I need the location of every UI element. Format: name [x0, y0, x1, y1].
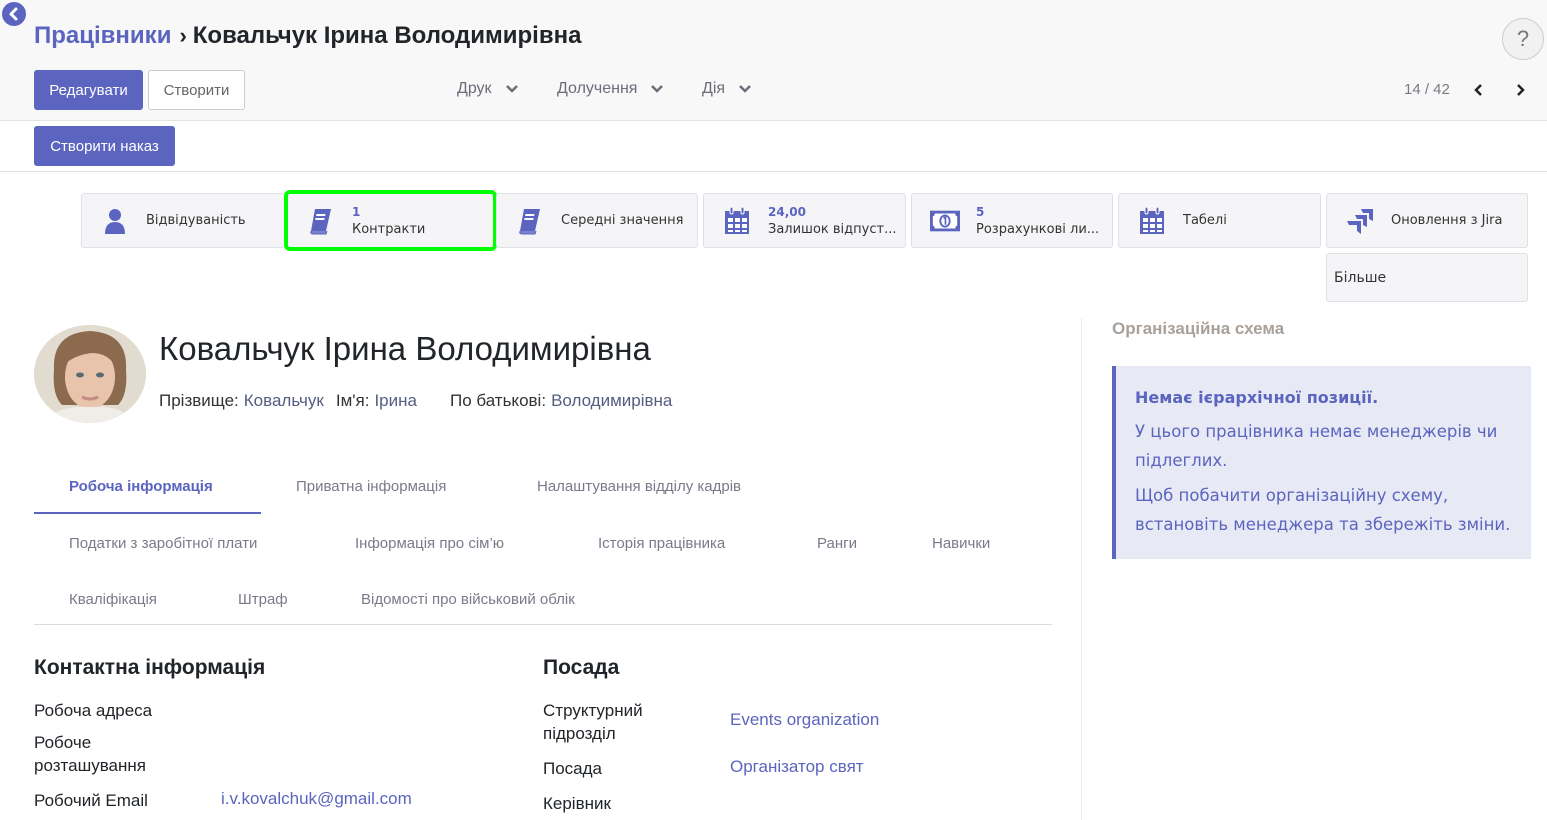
smart-button-label: Оновлення з Jira [1391, 212, 1503, 228]
work-address-label: Робоча адреса [34, 701, 153, 720]
user-icon [100, 206, 130, 236]
chevron-left-icon [1474, 84, 1482, 96]
column-divider [1081, 318, 1082, 820]
org-alert-title: Немає ієрархічної позиції. [1135, 388, 1379, 407]
work-location-label: Робоче розташування [34, 733, 146, 775]
help-button[interactable]: ? [1502, 18, 1544, 60]
smart-button-value: 1 [352, 204, 361, 219]
chevron-left-icon [9, 7, 18, 21]
tab-payroll-taxes[interactable]: Податки з заробітної плати [69, 535, 257, 552]
tab-work-information[interactable]: Робоча інформація [69, 478, 213, 495]
avatar[interactable] [34, 325, 146, 423]
breadcrumb-employees-link[interactable]: Працівники [34, 22, 171, 50]
first-name-label: Ім'я: [335, 391, 370, 410]
job-position-link[interactable]: Організатор свят [730, 757, 864, 777]
org-chart-alert: Немає ієрархічної позиції. У цього праці… [1112, 366, 1531, 559]
job-position-label: Посада [543, 759, 603, 778]
attachment-dropdown-label: Долучення [557, 80, 638, 97]
middle-name-field[interactable]: Володимирівна [551, 391, 672, 410]
employee-name: Ковальчук Ірина Володимирівна [159, 330, 651, 367]
smart-button-label: Залишок відпуст... [768, 221, 897, 237]
create-order-button[interactable]: Створити наказ [34, 126, 175, 166]
back-button[interactable] [2, 2, 26, 26]
create-button[interactable]: Створити [148, 70, 245, 110]
notebook-tabs: Робоча інформація Приватна інформація На… [34, 460, 1052, 625]
first-name-field[interactable]: Ірина [374, 391, 417, 410]
statusbar: Створити наказ [0, 121, 1547, 172]
calendar-icon [1137, 206, 1167, 236]
active-tab-indicator [34, 512, 261, 514]
last-name-label: Прізвище: [159, 391, 239, 410]
tab-family-information[interactable]: Інформація про сім’ю [355, 535, 504, 552]
chevron-down-icon [505, 85, 518, 93]
smart-button-value: 5 [976, 204, 985, 219]
book-icon [306, 206, 336, 236]
tab-employee-history[interactable]: Історія працівника [598, 535, 725, 552]
smart-button-more[interactable]: Більше [1326, 253, 1528, 302]
org-chart-title: Організаційна схема [1112, 319, 1285, 338]
money-icon [930, 206, 960, 236]
pager-previous-button[interactable] [1470, 80, 1488, 100]
action-dropdown[interactable]: Дія [702, 80, 753, 98]
smart-button-label: Відвідуваність [146, 212, 246, 228]
org-alert-hint: Щоб побачити організаційну схему, встано… [1135, 486, 1511, 534]
edit-button[interactable]: Редагувати [34, 70, 143, 110]
print-dropdown-label: Друк [457, 80, 492, 97]
department-label: Структурний підрозділ [543, 701, 643, 743]
middle-name-label: По батькові: [449, 391, 547, 410]
book-icon [515, 206, 545, 236]
jira-icon [1345, 206, 1375, 236]
calendar-icon [722, 206, 752, 236]
work-email-link[interactable]: i.v.kovalchuk@gmail.com [221, 789, 412, 809]
pager-value: 14 / 42 [1404, 81, 1450, 98]
smart-button-averages[interactable]: Середні значення [496, 193, 698, 248]
smart-button-value: 24,00 [768, 204, 806, 219]
tab-ranks[interactable]: Ранги [817, 535, 857, 552]
name-parts: Прізвище: Ковальчук Ім'я: Ірина По батьков… [159, 391, 684, 411]
question-icon: ? [1516, 26, 1530, 51]
breadcrumb: Працівники › Ковальчук Ірина Володимирів… [34, 22, 581, 50]
smart-button-label: Контракти [352, 221, 426, 237]
pager-next-button[interactable] [1511, 80, 1529, 100]
contact-info-title: Контактна інформація [34, 656, 266, 679]
chevron-down-icon [651, 85, 664, 93]
smart-button-label: Розрахункові ли... [976, 221, 1100, 237]
attachment-dropdown[interactable]: Долучення [557, 80, 665, 98]
tab-private-information[interactable]: Приватна інформація [296, 478, 446, 495]
action-dropdown-label: Дія [702, 80, 726, 97]
org-alert-message: У цього працівника немає менеджерів чи п… [1135, 422, 1498, 470]
print-dropdown[interactable]: Друк [457, 80, 520, 98]
tab-skills[interactable]: Навички [932, 535, 990, 552]
tab-military-records[interactable]: Відомості про військовий облік [361, 591, 575, 608]
tab-qualification[interactable]: Кваліфікація [69, 591, 157, 608]
last-name-field[interactable]: Ковальчук [244, 391, 324, 410]
chevron-down-icon [739, 85, 751, 93]
manager-label: Керівник [543, 794, 611, 813]
department-link[interactable]: Events organization [730, 710, 879, 730]
breadcrumb-current: Ковальчук Ірина Володимирівна [192, 22, 582, 49]
smart-button-jira-updates[interactable]: Оновлення з Jira [1326, 193, 1528, 248]
chevron-right-icon [1517, 84, 1525, 96]
work-email-label: Робочий Email [34, 791, 148, 810]
tab-penalty[interactable]: Штраф [238, 591, 288, 608]
more-label: Більше [1334, 269, 1387, 286]
position-title: Посада [543, 656, 620, 679]
smart-button-label: Середні значення [561, 212, 684, 228]
control-panel: Працівники › Ковальчук Ірина Володимирів… [0, 0, 1547, 121]
smart-button-label: Табелі [1183, 212, 1227, 228]
smart-button-leave-balance[interactable]: 24,00 Залишок відпуст... [703, 193, 906, 248]
employee-photo [34, 325, 146, 423]
breadcrumb-separator: › [179, 23, 187, 48]
smart-button-attendance[interactable]: Відвідуваність [81, 193, 285, 248]
tab-hr-settings[interactable]: Налаштування відділу кадрів [537, 478, 741, 495]
smart-button-timesheets[interactable]: Табелі [1118, 193, 1321, 248]
smart-button-payslips[interactable]: 5 Розрахункові ли... [911, 193, 1113, 248]
smart-button-contracts[interactable]: 1 Контракти [284, 190, 497, 251]
